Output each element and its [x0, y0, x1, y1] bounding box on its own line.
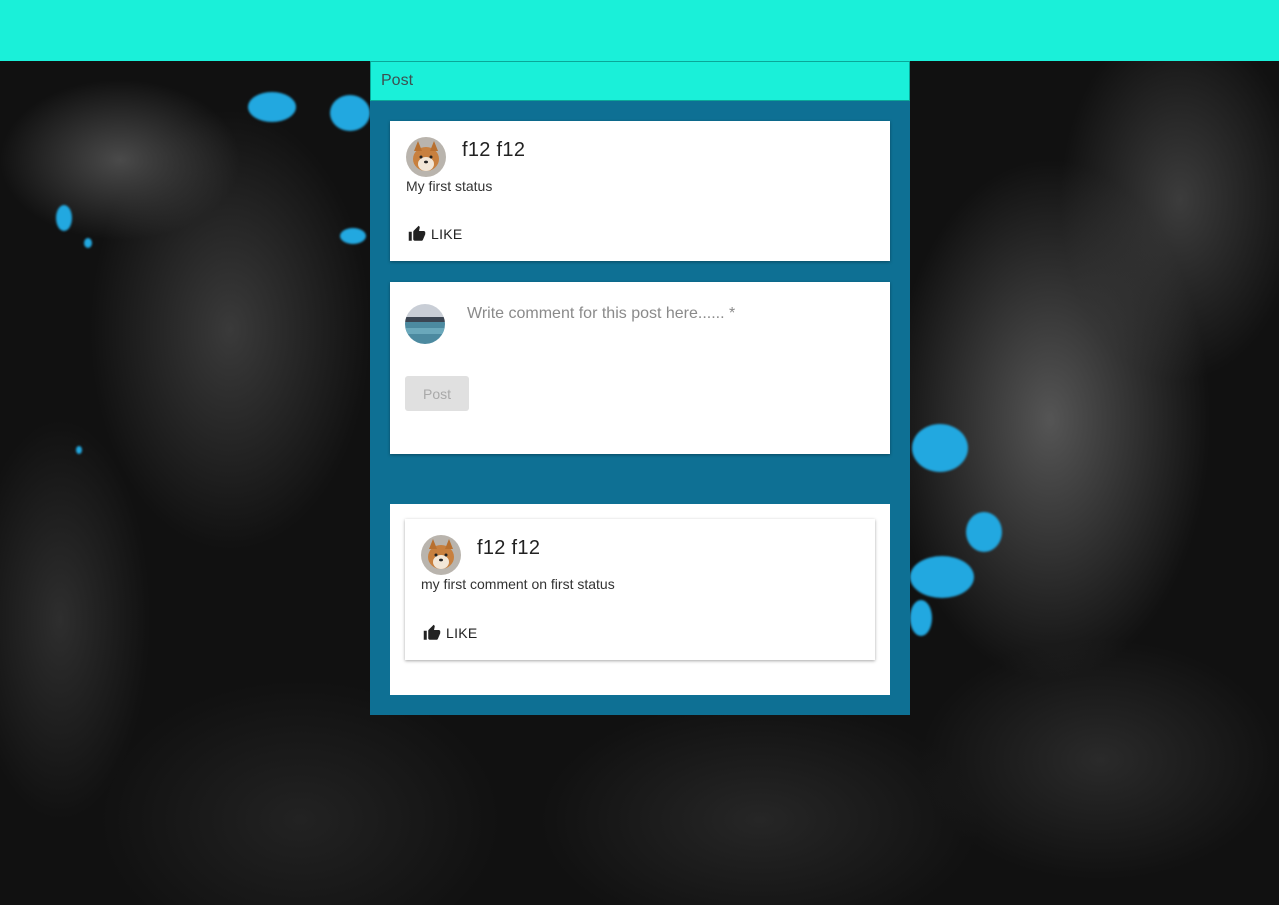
comment-form-card: Post	[390, 282, 890, 454]
background-highlight	[76, 446, 82, 454]
panel-header: Post	[370, 61, 910, 101]
lake-landscape-avatar-icon[interactable]	[405, 304, 445, 344]
thumb-up-icon	[423, 624, 441, 640]
like-label: LIKE	[446, 625, 478, 641]
top-app-bar	[0, 0, 1279, 61]
background-highlight	[910, 600, 932, 636]
background-highlight	[56, 205, 72, 231]
panel-title: Post	[381, 72, 414, 89]
comment-author-name[interactable]: f12 f12	[477, 537, 540, 560]
comment-input[interactable]	[467, 302, 867, 326]
comment-card: f12 f12 my first comment on first status…	[405, 519, 875, 660]
background-highlight	[330, 95, 370, 131]
background-highlight	[910, 556, 974, 598]
status-like-button[interactable]: LIKE	[408, 225, 463, 243]
status-card: f12 f12 My first status LIKE	[390, 121, 890, 261]
comment-like-button[interactable]: LIKE	[423, 624, 478, 642]
background-highlight	[966, 512, 1002, 552]
status-author-name[interactable]: f12 f12	[462, 139, 525, 162]
shiba-dog-avatar-icon[interactable]	[421, 535, 461, 575]
background-highlight	[248, 92, 296, 122]
status-text: My first status	[406, 178, 493, 194]
post-comment-button[interactable]: Post	[405, 376, 469, 411]
post-panel: Post f12 f12 My first status LIKE Write …	[370, 61, 910, 715]
background-highlight	[340, 228, 366, 244]
comment-text: my first comment on first status	[421, 576, 615, 592]
shiba-dog-avatar-icon[interactable]	[406, 137, 446, 177]
like-label: LIKE	[431, 226, 463, 242]
background-highlight	[912, 424, 968, 472]
thumb-up-icon	[408, 225, 426, 241]
comments-container: f12 f12 my first comment on first status…	[390, 504, 890, 695]
background-highlight	[84, 238, 92, 248]
